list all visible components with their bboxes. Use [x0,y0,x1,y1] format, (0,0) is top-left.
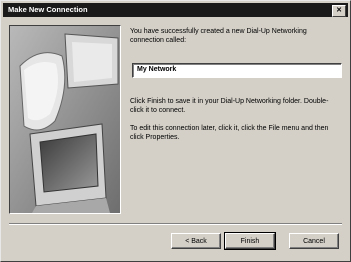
finish-button[interactable]: Finish [224,232,276,250]
edit-instructions: To edit this connection later, click it,… [130,125,342,142]
cancel-button[interactable]: Cancel [289,233,339,249]
intro-text: You have successfully created a new Dial… [130,28,307,44]
edit-text: To edit this connection later, click it,… [130,125,329,141]
back-button[interactable]: < Back [171,233,221,249]
finish-instructions: Click Finish to save it in your Dial-Up … [130,98,342,115]
close-icon[interactable]: ✕ [332,5,346,17]
connection-name-field[interactable]: My Network [132,63,342,78]
button-separator [9,223,342,225]
make-new-connection-dialog: Make New Connection ✕ You have successfu… [0,0,351,262]
intro-text-block: You have successfully created a new Dial… [130,28,342,45]
connection-name-value: My Network [137,66,177,73]
finish-text: Click Finish to save it in your Dial-Up … [130,98,329,114]
computer-monitor-illustration [9,25,121,214]
title-bar[interactable]: Make New Connection ✕ [3,3,348,17]
window-title: Make New Connection [8,5,88,14]
